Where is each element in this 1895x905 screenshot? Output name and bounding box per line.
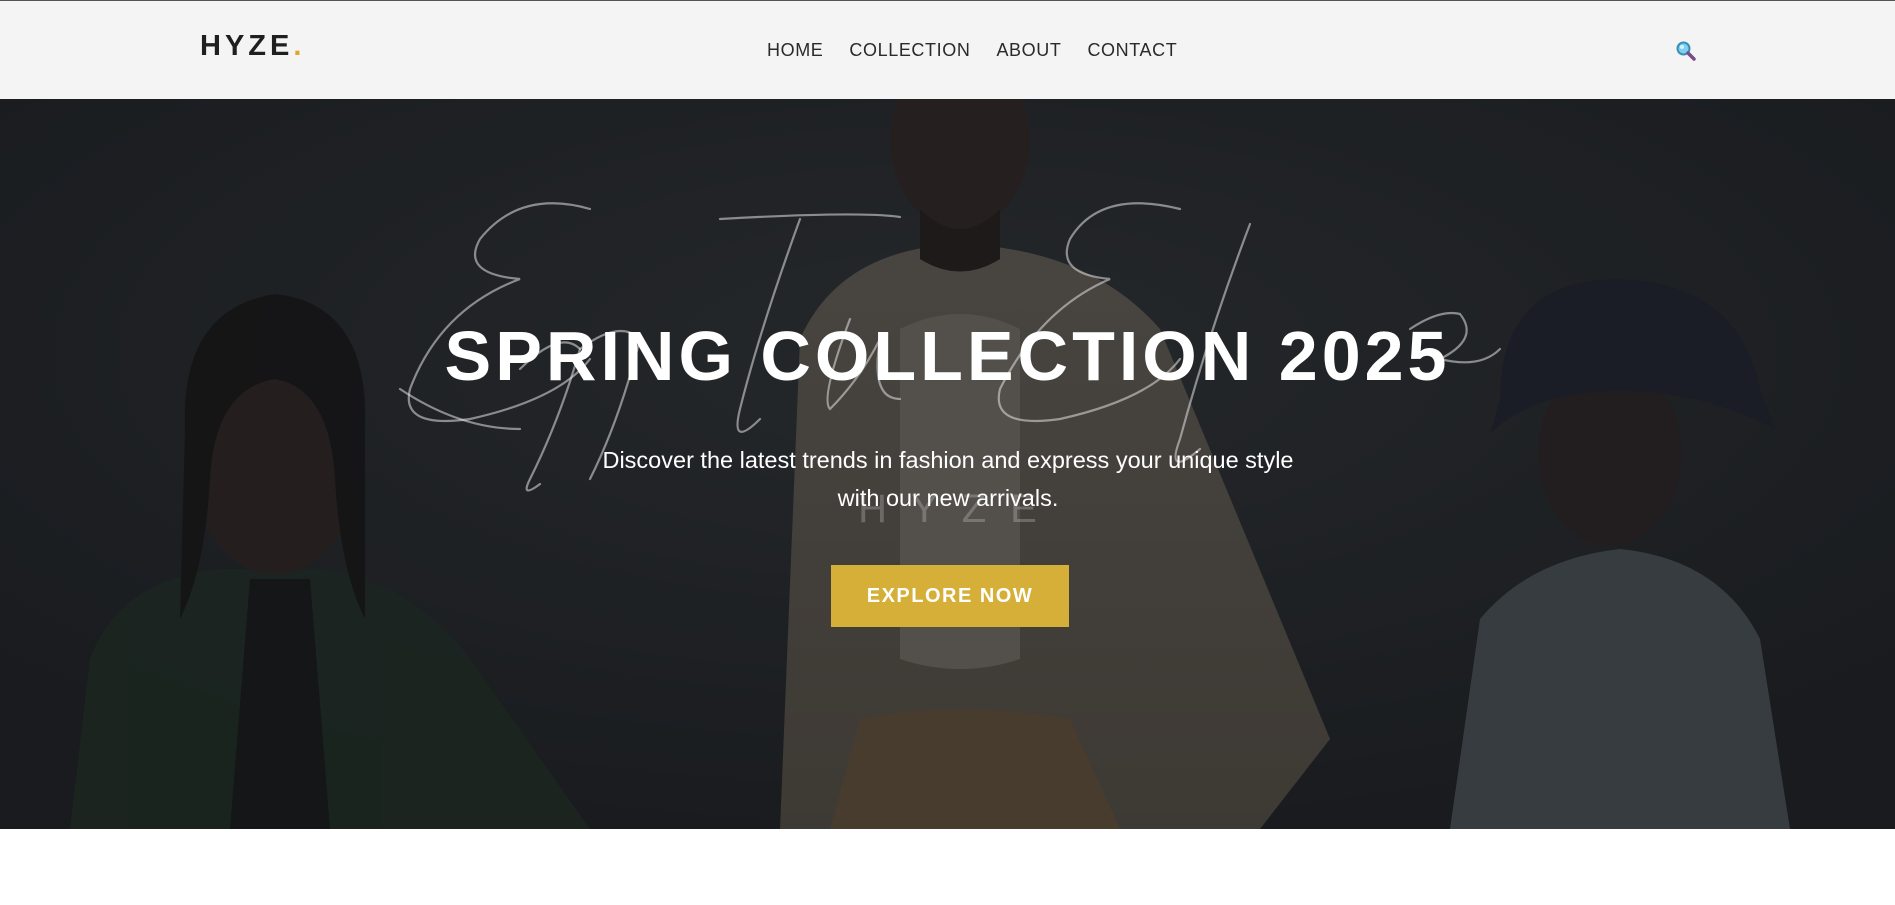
nav-link-about[interactable]: ABOUT bbox=[996, 41, 1061, 59]
hero-subtitle-line-1: Discover the latest trends in fashion an… bbox=[602, 447, 1294, 473]
site-header: HYZE. HOME COLLECTION ABOUT CONTACT bbox=[0, 0, 1895, 99]
hero-subtitle-line-2: with our new arrivals. bbox=[837, 485, 1059, 511]
nav-link-collection[interactable]: COLLECTION bbox=[849, 41, 970, 59]
nav-link-home[interactable]: HOME bbox=[767, 41, 823, 59]
brand-logo[interactable]: HYZE. bbox=[200, 32, 301, 61]
explore-now-button[interactable]: EXPLORE NOW bbox=[831, 565, 1069, 627]
hero-title: SPRING COLLECTION 2025 bbox=[444, 317, 1451, 395]
logo-text: HYZE bbox=[200, 30, 294, 62]
logo-dot: . bbox=[293, 30, 302, 62]
hero-subtitle: Discover the latest trends in fashion an… bbox=[587, 441, 1309, 517]
hero-banner: HYZE SPRING COLLECTION 2025 Discover the… bbox=[0, 99, 1895, 829]
nav-link-contact[interactable]: CONTACT bbox=[1087, 41, 1177, 59]
search-icon[interactable] bbox=[1674, 39, 1698, 63]
main-nav: HOME COLLECTION ABOUT CONTACT bbox=[767, 41, 1177, 59]
